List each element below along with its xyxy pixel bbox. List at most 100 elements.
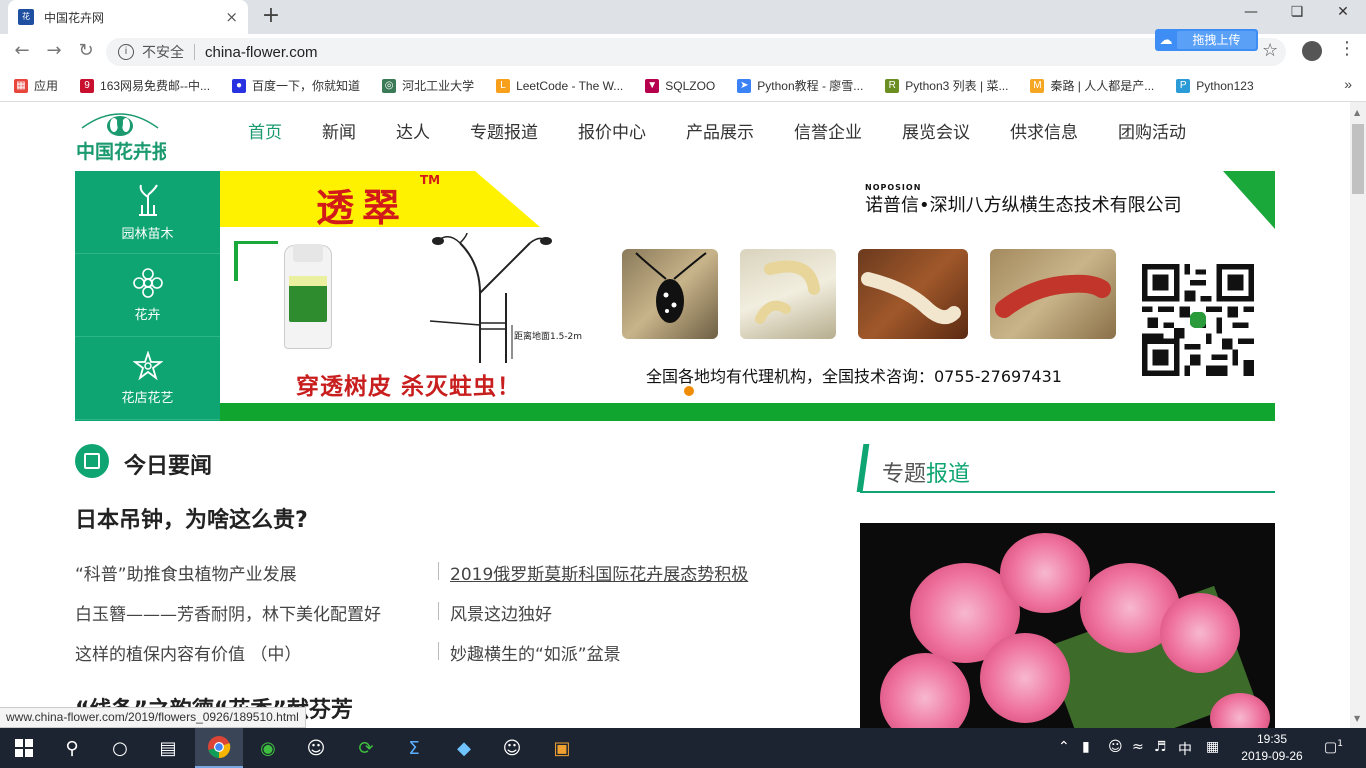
news-link[interactable]: 妙趣横生的“如派”盆景	[450, 640, 621, 665]
sublime-text-icon[interactable]: ▣	[538, 728, 586, 768]
mail-163-icon: 9	[80, 78, 95, 93]
web-page: 中国花卉报 首页 新闻 达人 专题报道 报价中心 产品展示 信誉企业 展览会议 …	[0, 102, 1350, 728]
wifi-icon[interactable]: ≈	[1132, 739, 1144, 755]
bookmark-item[interactable]: ➤ Python教程 - 廖雪...	[737, 77, 863, 94]
nav-supply-demand[interactable]: 供求信息	[1010, 118, 1078, 143]
svg-text:中国花卉报: 中国花卉报	[76, 140, 166, 162]
bookmark-star-icon[interactable]: ☆	[1262, 40, 1278, 61]
nav-products[interactable]: 产品展示	[686, 118, 754, 143]
notification-icon[interactable]: ▢1	[1324, 739, 1343, 756]
category-flowers[interactable]: 花卉	[75, 254, 220, 337]
search-icon[interactable]: ⚲	[48, 728, 96, 768]
window-close-icon[interactable]: ✕	[1328, 4, 1358, 20]
back-arrow-icon[interactable]: ←	[10, 40, 34, 61]
nav-special-reports[interactable]: 专题报道	[470, 118, 538, 143]
news-divider	[438, 642, 439, 660]
category-sidebar: 园林苗木 花卉 花店花艺	[75, 171, 220, 421]
browser-tab[interactable]: 花 中国花卉网 ×	[8, 0, 248, 34]
bookmark-item[interactable]: 9 163网易免费邮--中...	[80, 77, 210, 94]
nav-experts[interactable]: 达人	[396, 118, 430, 143]
ime-indicator[interactable]: 中	[1178, 739, 1192, 759]
nav-price-center[interactable]: 报价中心	[578, 118, 646, 143]
news-link[interactable]: 这样的植保内容有价值 （中）	[75, 640, 301, 665]
windows-start-icon[interactable]	[0, 728, 48, 768]
tab-close-icon[interactable]: ×	[225, 8, 238, 26]
bookmarks-bar: ▦ 应用 9 163网易免费邮--中... ● 百度一下，你就知道 ◎ 河北工业大学 L…	[0, 70, 1366, 102]
chrome-taskbar-icon[interactable]	[195, 728, 243, 768]
task-view-icon[interactable]: ▤	[144, 728, 192, 768]
qq-icon[interactable]: ☺	[292, 728, 340, 768]
bookmark-item[interactable]: R Python3 列表 | 菜...	[885, 77, 1008, 94]
nav-news[interactable]: 新闻	[322, 118, 356, 143]
windows-taskbar: ⚲ ○ ▤ ◉ ☺ ⟳ Σ ◆ ☺ ▣ ⌃ ▮ ☺ ≈ ♬ 中 ▦ 19:35 …	[0, 728, 1366, 768]
caterpillar-photo	[990, 249, 1116, 339]
qq-tray-icon[interactable]: ☺	[1108, 739, 1123, 755]
page-scrollbar[interactable]: ▲ ▼	[1350, 102, 1366, 728]
carnation-photo[interactable]	[860, 523, 1275, 728]
china-flower-logo[interactable]: 中国花卉报	[74, 106, 166, 162]
reload-icon[interactable]: ↻	[74, 40, 98, 61]
runoob-icon: R	[885, 78, 900, 93]
drag-upload-button[interactable]: ☁ 拖拽上传	[1155, 29, 1258, 51]
category-label: 花店花艺	[121, 390, 174, 406]
battery-icon[interactable]: ▮	[1082, 739, 1090, 755]
restore-icon[interactable]: ❏	[1282, 4, 1312, 20]
info-icon[interactable]: i	[118, 44, 134, 60]
new-tab-button[interactable]: +	[258, 4, 284, 30]
forward-arrow-icon[interactable]: →	[42, 40, 66, 61]
menu-dots-icon[interactable]: ⋮	[1338, 38, 1356, 59]
sqlzoo-icon: ▼	[645, 78, 660, 93]
bookmark-item[interactable]: P Python123	[1176, 78, 1254, 93]
bookmark-item[interactable]: L LeetCode - The W...	[496, 78, 624, 93]
omnibox[interactable]: i 不安全 china-flower.com	[106, 38, 1286, 66]
ime-grid-icon[interactable]: ▦	[1206, 739, 1219, 755]
scroll-down-icon[interactable]: ▼	[1354, 714, 1360, 723]
tray-chevron-icon[interactable]: ⌃	[1058, 739, 1070, 755]
qq-icon-2[interactable]: ☺	[488, 728, 536, 768]
scrollbar-thumb[interactable]	[1352, 124, 1364, 194]
tree-injection-diagram	[429, 233, 552, 363]
wechat-icon[interactable]: ◉	[244, 728, 292, 768]
banner-product-title: 透翠	[316, 185, 409, 230]
banner-company-name: 诺普信•深圳八方纵横生态技术有限公司	[865, 195, 1182, 216]
volume-icon[interactable]: ♬	[1154, 739, 1167, 755]
topic-underline	[860, 491, 1275, 493]
news-link[interactable]: 风景这边独好	[450, 600, 552, 625]
taskbar-clock[interactable]: 19:35 2019-09-26	[1240, 731, 1304, 765]
zhihu-m-icon: M	[1030, 78, 1045, 93]
category-garden-seedlings[interactable]: 园林苗木	[75, 171, 220, 254]
account-avatar-icon[interactable]	[1302, 41, 1322, 61]
ad-banner[interactable]: 透翠 TM 距离地面1.5-2m 穿透树皮 杀灭蛀虫！ NOPOSION 诺普信…	[220, 171, 1275, 421]
refresh-app-icon[interactable]: ⟳	[342, 728, 390, 768]
news-link[interactable]: 白玉簪———芳香耐阴，林下美化配置好	[75, 600, 381, 625]
news-link[interactable]: “科普”助推食虫植物产业发展	[75, 560, 297, 585]
diamond-app-icon[interactable]: ◆	[440, 728, 488, 768]
site-favicon-icon: 花	[18, 9, 34, 25]
bookmark-item[interactable]: ▼ SQLZOO	[645, 78, 715, 93]
headline-link[interactable]: 日本吊钟，为啥这么贵?	[75, 502, 308, 534]
url-text[interactable]: china-flower.com	[205, 44, 318, 61]
topic-section-title: 专题报道	[882, 456, 970, 488]
news-link-hovered[interactable]: 2019俄罗斯莫斯科国际花卉展态势积极	[450, 560, 748, 585]
bookmark-label: LeetCode - The W...	[516, 78, 624, 93]
banner-green-stroke	[234, 241, 238, 281]
nav-trusted-companies[interactable]: 信誉企业	[794, 118, 862, 143]
bookmark-item[interactable]: ● 百度一下，你就知道	[232, 77, 360, 94]
nav-exhibitions[interactable]: 展览会议	[902, 118, 970, 143]
bookmark-item[interactable]: M 秦路 | 人人都是产...	[1030, 77, 1154, 94]
bookmark-item[interactable]: ◎ 河北工业大学	[382, 77, 474, 94]
minimize-icon[interactable]: —	[1236, 4, 1266, 20]
topic-accent-bar	[856, 444, 870, 492]
nav-home[interactable]: 首页	[248, 118, 282, 143]
math-app-icon[interactable]: Σ	[390, 728, 438, 768]
bookmarks-overflow-icon[interactable]: »	[1344, 76, 1352, 92]
news-section-title: 今日要闻	[124, 454, 213, 479]
news-list-icon	[75, 444, 109, 478]
cortana-icon[interactable]: ○	[96, 728, 144, 768]
scroll-up-icon[interactable]: ▲	[1354, 108, 1360, 117]
category-flower-shop-art[interactable]: 花店花艺	[75, 337, 220, 420]
distance-note: 距离地面1.5-2m	[514, 332, 583, 342]
bookmark-item[interactable]: ▦ 应用	[14, 77, 58, 94]
nav-group-buy[interactable]: 团购活动	[1118, 118, 1186, 143]
carousel-dot[interactable]	[684, 386, 694, 396]
